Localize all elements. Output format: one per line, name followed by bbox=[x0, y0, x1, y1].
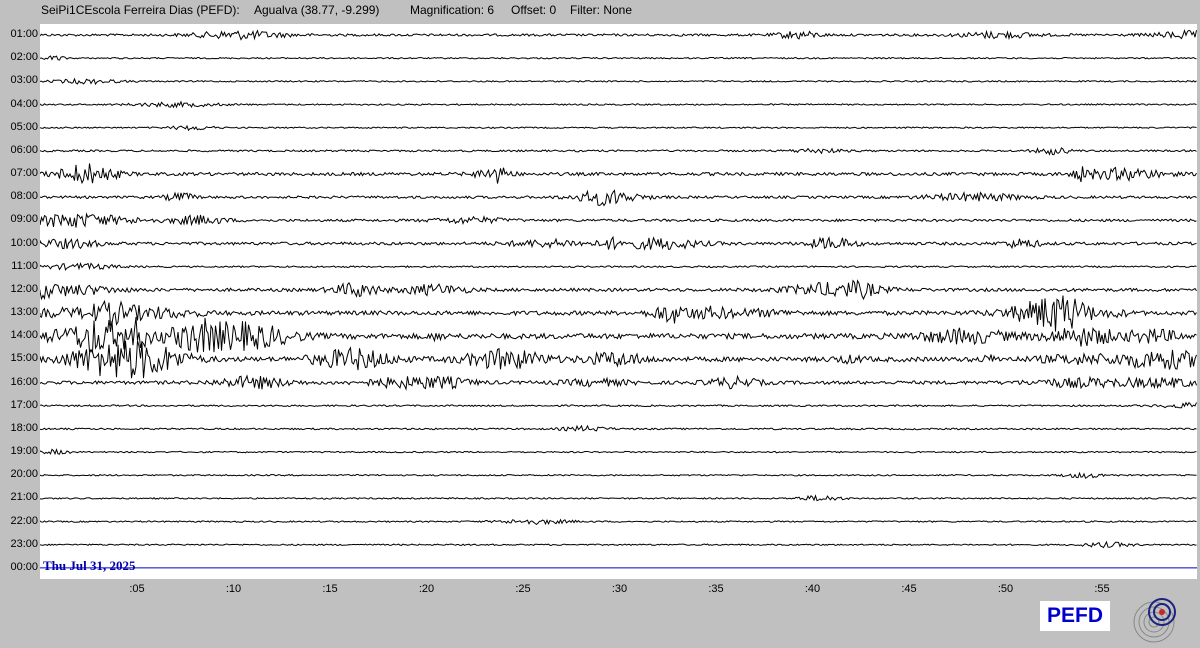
hour-label: 02:00 bbox=[10, 51, 38, 64]
trace-line bbox=[39, 317, 1197, 355]
trace-line bbox=[39, 163, 1197, 185]
pefd-logo: PEFD bbox=[1040, 601, 1110, 631]
minute-tick-label: :30 bbox=[611, 583, 628, 595]
hour-label: 08:00 bbox=[10, 190, 38, 203]
hour-label: 05:00 bbox=[10, 120, 38, 133]
trace-line bbox=[39, 124, 1197, 132]
trace-line bbox=[39, 295, 1197, 332]
hour-label: 17:00 bbox=[10, 398, 38, 411]
minute-tick-label: :50 bbox=[997, 583, 1014, 595]
seismogram-traces bbox=[39, 28, 1197, 569]
hour-label: 00:00 bbox=[10, 560, 38, 573]
header-bar: SeiPi1CEscola Ferreira Dias (PEFD): Agua… bbox=[0, 0, 1200, 20]
trace-line bbox=[39, 471, 1197, 479]
hour-label: 14:00 bbox=[10, 329, 38, 342]
trace-line bbox=[39, 424, 1197, 432]
date-label: Thu Jul 31, 2025 bbox=[43, 558, 136, 573]
trace-line bbox=[39, 100, 1197, 109]
hour-label: 04:00 bbox=[10, 97, 38, 110]
trace-line bbox=[39, 77, 1197, 86]
trace-line bbox=[39, 147, 1197, 156]
minute-tick-label: :40 bbox=[804, 583, 821, 595]
hour-label: 23:00 bbox=[10, 537, 38, 550]
hour-label: 20:00 bbox=[10, 468, 38, 481]
hour-label: 01:00 bbox=[10, 28, 38, 40]
hour-label: 16:00 bbox=[10, 375, 38, 388]
hour-label: 03:00 bbox=[10, 74, 38, 87]
hour-label: 09:00 bbox=[10, 213, 38, 226]
hour-label: 10:00 bbox=[10, 236, 38, 249]
seismograph-logo-icon bbox=[1133, 598, 1176, 643]
trace-line bbox=[39, 28, 1197, 41]
hour-label: 21:00 bbox=[10, 491, 38, 504]
hour-label: 15:00 bbox=[10, 352, 38, 365]
hour-label: 18:00 bbox=[10, 421, 38, 434]
magnification-readout: Magnification: 6 bbox=[410, 3, 495, 17]
trace-line bbox=[39, 540, 1197, 549]
minute-tick-label: :20 bbox=[418, 583, 435, 595]
minute-tick-label: :45 bbox=[901, 583, 917, 595]
hour-label: 11:00 bbox=[11, 259, 38, 272]
hour-label: 12:00 bbox=[10, 282, 38, 295]
trace-line bbox=[39, 55, 1197, 61]
minute-tick-label: :55 bbox=[1094, 583, 1110, 595]
seismogram-plot bbox=[39, 24, 1197, 579]
hour-label: 22:00 bbox=[10, 514, 38, 527]
hour-label: 13:00 bbox=[10, 306, 38, 319]
trace-line bbox=[39, 518, 1197, 526]
hour-label: 06:00 bbox=[10, 143, 38, 156]
minute-tick-label: :25 bbox=[515, 583, 531, 595]
filter-readout: Filter: None bbox=[570, 3, 633, 17]
minute-tick-label: :05 bbox=[129, 583, 145, 595]
minute-tick-label: :35 bbox=[708, 583, 724, 595]
trace-line bbox=[39, 401, 1197, 409]
trace-line bbox=[39, 448, 1197, 456]
station-name: SeiPi1CEscola Ferreira Dias (PEFD): bbox=[41, 3, 240, 17]
hour-label: 19:00 bbox=[10, 445, 38, 458]
station-location: Agualva (38.77, -9.299) bbox=[254, 3, 380, 17]
offset-readout: Offset: 0 bbox=[511, 3, 557, 17]
trace-line bbox=[39, 235, 1197, 251]
minute-tick-label: :15 bbox=[322, 583, 338, 595]
trace-line bbox=[39, 189, 1197, 207]
trace-line bbox=[39, 374, 1197, 391]
hour-label: 07:00 bbox=[10, 167, 38, 180]
trace-line bbox=[39, 494, 1197, 502]
minute-tick-label: :10 bbox=[225, 583, 242, 595]
trace-line bbox=[39, 279, 1197, 301]
trace-line bbox=[39, 261, 1197, 271]
trace-line bbox=[39, 212, 1197, 228]
